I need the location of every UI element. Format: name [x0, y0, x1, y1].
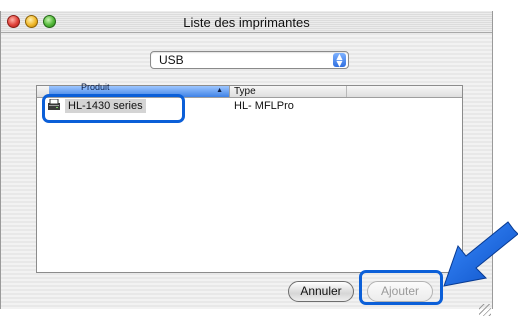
highlight-callout-add-button [359, 270, 443, 305]
printer-list-window: Liste des imprimantes USB ▲ ▼ Produit ▲ T… [0, 11, 493, 316]
connection-type-popup[interactable]: USB ▲ ▼ [150, 51, 349, 69]
connection-type-value: USB [159, 53, 184, 67]
column-divider[interactable] [229, 86, 230, 97]
pointer-arrow-icon [443, 221, 518, 287]
title-bar[interactable]: Liste des imprimantes [1, 11, 492, 33]
column-header-type[interactable]: Type [234, 86, 256, 97]
printer-type: HL- MFLPro [234, 100, 294, 112]
window-title: Liste des imprimantes [183, 15, 310, 30]
column-label-produit: Produit [81, 82, 110, 92]
up-down-arrows-icon: ▲ ▼ [333, 53, 346, 68]
highlight-callout-printer [42, 94, 185, 123]
sort-ascending-icon: ▲ [216, 87, 223, 94]
resize-grip-icon[interactable] [479, 304, 491, 316]
cancel-button[interactable]: Annuler [288, 281, 354, 302]
column-divider [346, 86, 347, 97]
